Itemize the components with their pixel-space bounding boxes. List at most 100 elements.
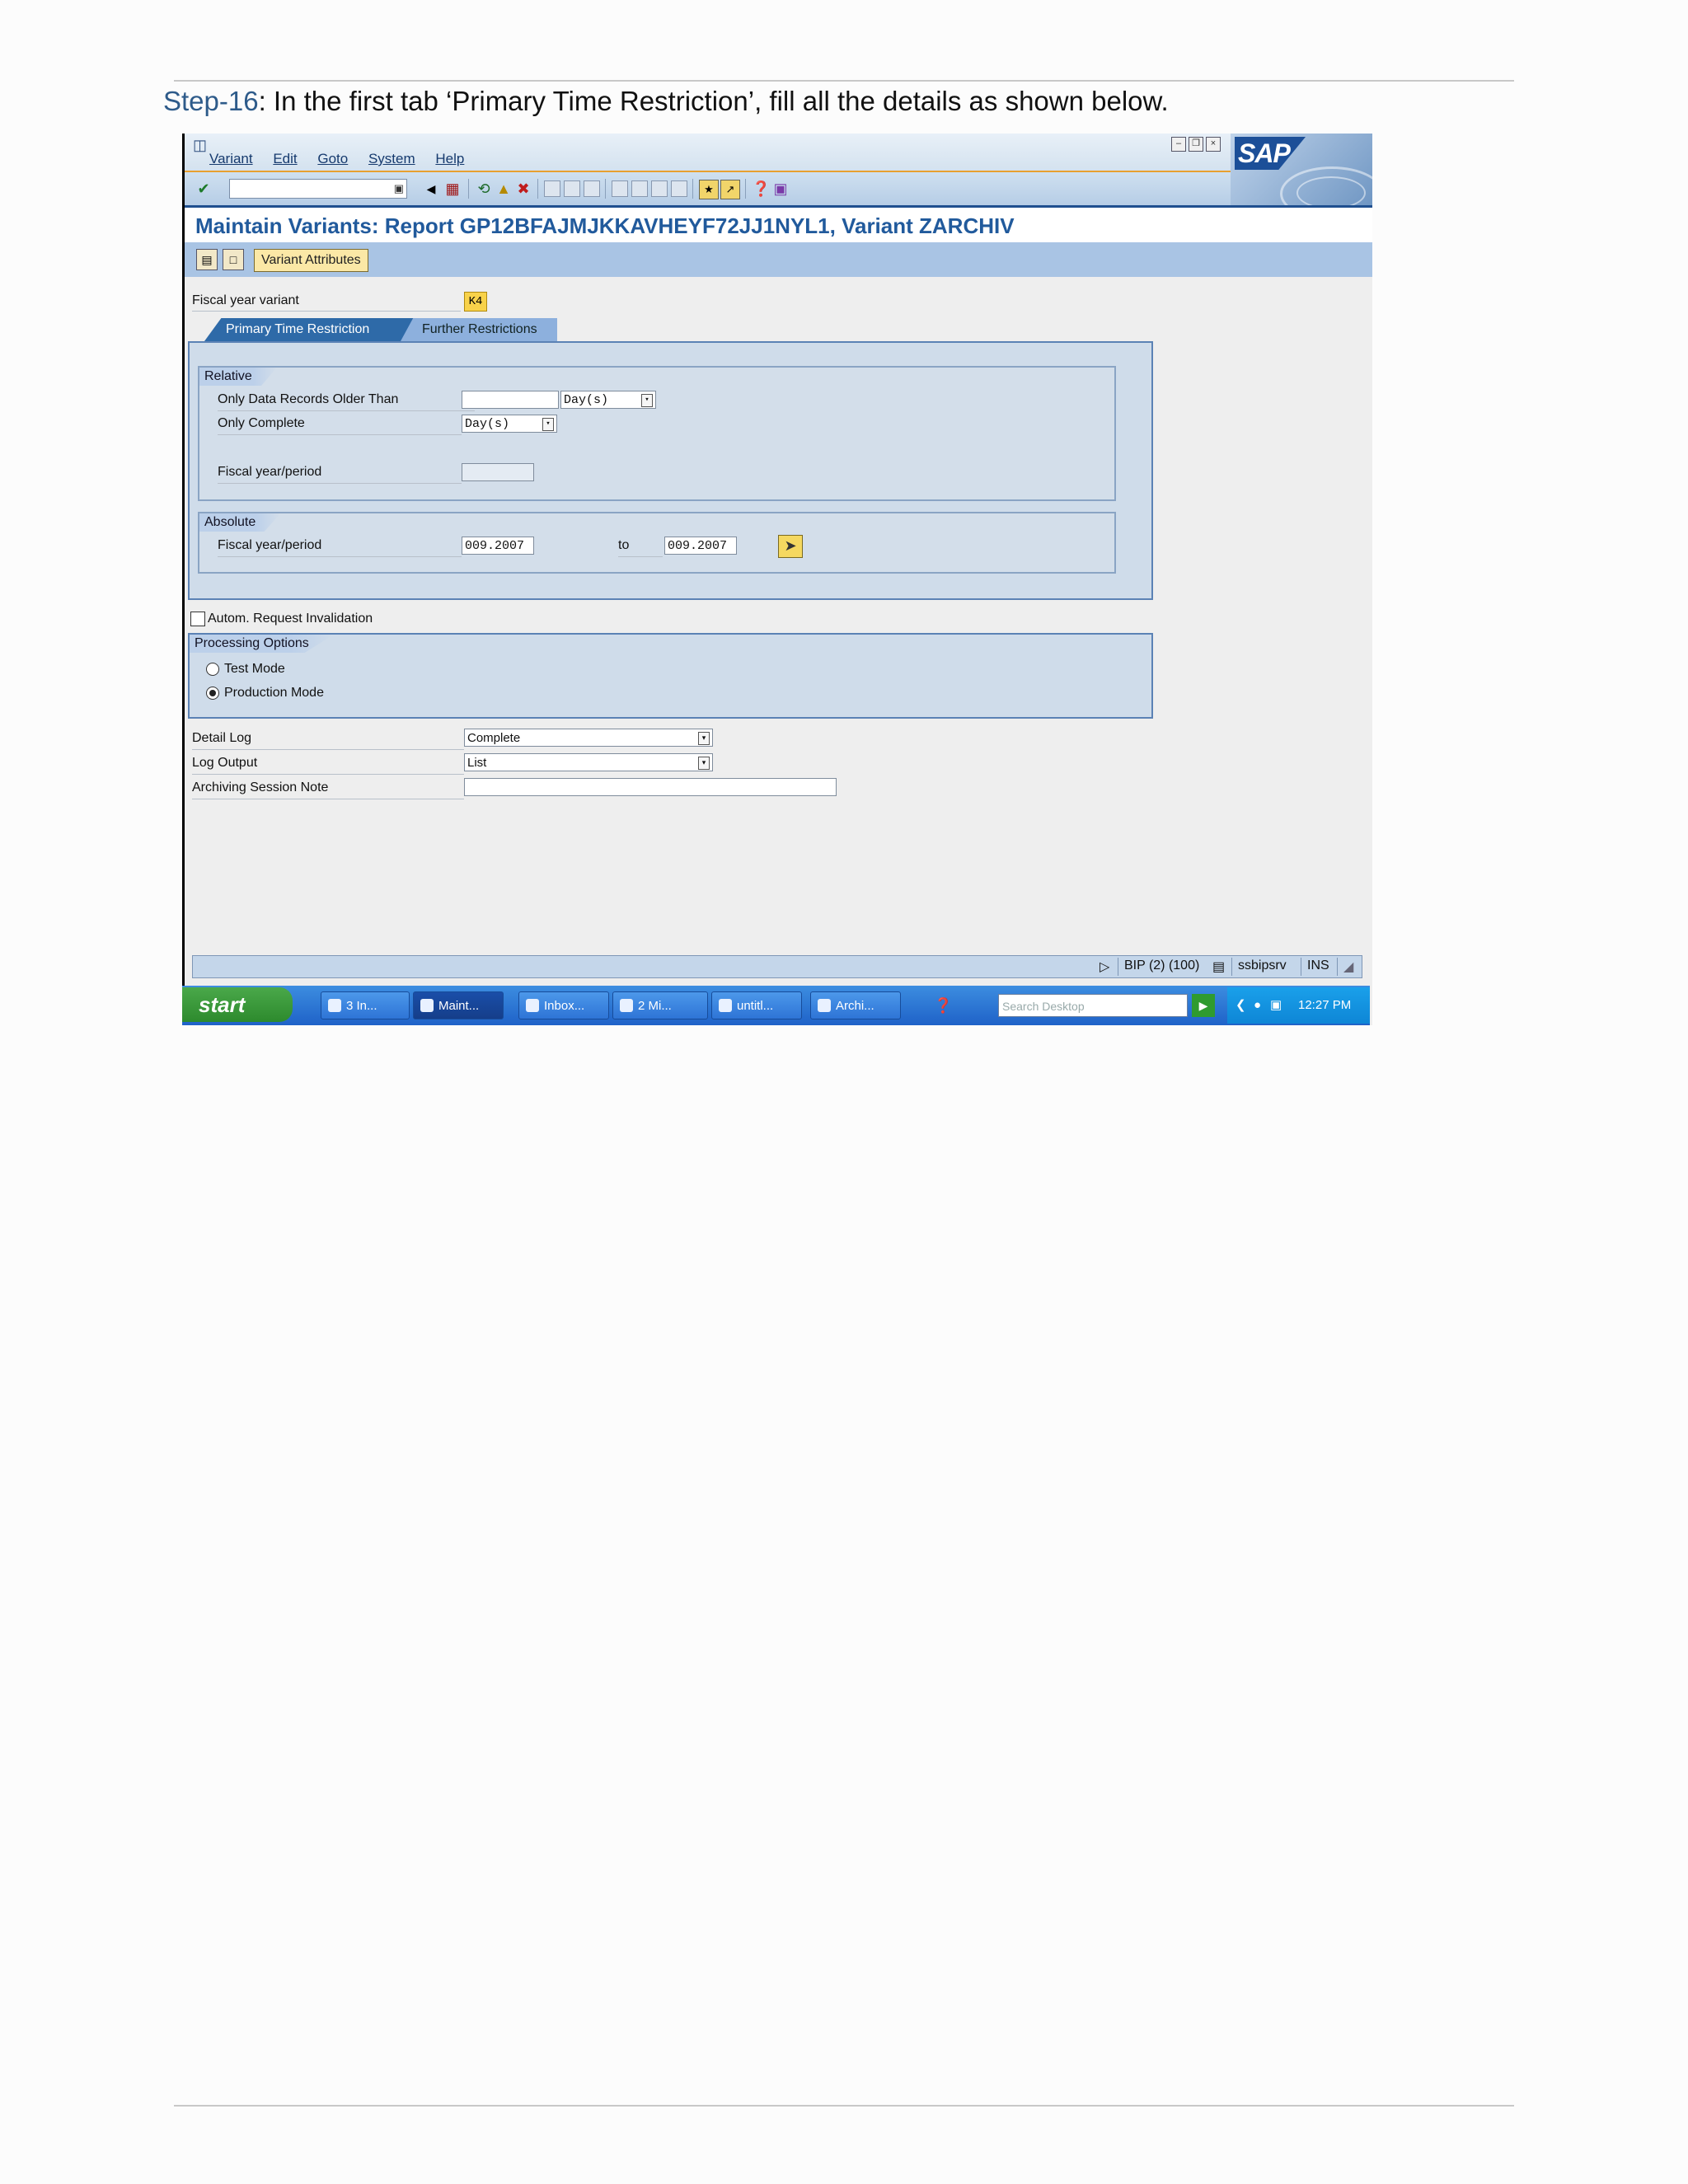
sap-logo: SAP [1235, 137, 1306, 170]
previous-page-icon[interactable] [631, 180, 648, 197]
standard-toolbar: ✔ ▣ ◀ ▦ ⟲ ▲ ✖ ★ ↗ ❓ ▣ [185, 172, 1231, 205]
status-server: ssbipsrv [1238, 958, 1287, 972]
tab-primary-time-restriction[interactable]: Primary Time Restriction [204, 318, 415, 341]
menu-edit[interactable]: Edit [273, 151, 297, 166]
test-mode-radio[interactable] [206, 663, 219, 676]
first-page-icon[interactable] [612, 180, 628, 197]
variant-attributes-button[interactable]: Variant Attributes [254, 249, 368, 272]
detail-log-label: Detail Log [192, 731, 252, 745]
detail-log-select[interactable]: Complete ▾ [464, 729, 713, 747]
processing-options-group: Processing Options Test Mode Production … [188, 633, 1153, 719]
enter-icon[interactable]: ✔ [195, 180, 213, 198]
multiple-selection-arrow-icon[interactable]: ➤ [778, 535, 803, 558]
taskbar-item-ie[interactable]: 3 In... [321, 991, 410, 1019]
fiscal-year-variant-label: Fiscal year variant [192, 293, 299, 307]
restore-icon[interactable]: ❐ [1189, 137, 1203, 152]
create-session-icon[interactable]: ★ [699, 180, 719, 199]
window-menu-icon[interactable]: ◫ [193, 137, 207, 154]
back-icon[interactable]: ⟲ [475, 180, 493, 198]
archiving-note-label: Archiving Session Note [192, 780, 329, 794]
production-mode-label: Production Mode [224, 686, 324, 700]
windows-taskbar: start 3 In... Maint... Inbox... 2 Mi... … [182, 986, 1370, 1025]
autom-request-label: Autom. Request Invalidation [208, 612, 373, 626]
step-instruction: Step-16: In the first tab ‘Primary Time … [163, 86, 1169, 117]
relative-group-title: Relative [199, 368, 277, 386]
search-desktop-input[interactable]: Search Desktop [998, 994, 1188, 1017]
tray-network-icon[interactable]: ▣ [1270, 987, 1282, 1024]
autom-request-checkbox[interactable] [190, 612, 205, 626]
older-than-input[interactable] [462, 391, 559, 409]
dropdown-icon[interactable]: ▾ [698, 732, 710, 745]
status-bar: ▷ BIP (2) (100) ▤ ssbipsrv INS ◢ [192, 955, 1362, 978]
absolute-fiscal-period-label: Fiscal year/period [218, 538, 322, 552]
print-icon[interactable] [544, 180, 560, 197]
get-variant-icon[interactable]: ▤ [196, 249, 218, 270]
save-icon[interactable]: ▦ [443, 180, 462, 198]
last-page-icon[interactable] [671, 180, 687, 197]
command-field[interactable]: ▣ [229, 179, 407, 199]
tray-search-icon[interactable]: ● [1254, 987, 1261, 1024]
layout-menu-icon[interactable]: ▣ [771, 180, 790, 198]
older-than-label: Only Data Records Older Than [218, 392, 399, 406]
outlook-icon [526, 999, 539, 1012]
only-complete-label: Only Complete [218, 416, 305, 430]
find-next-icon[interactable] [584, 180, 600, 197]
menu-system[interactable]: System [368, 151, 415, 166]
menu-bar: ◫ Variant Edit Goto System Help – ❐ × [185, 134, 1372, 171]
start-button[interactable]: start [182, 987, 293, 1022]
status-system-icon[interactable]: ▤ [1212, 958, 1225, 975]
application-toolbar: ▤ □ Variant Attributes [185, 242, 1372, 277]
taskbar-item-paint[interactable]: untitl... [711, 991, 802, 1019]
save-variant-icon[interactable]: □ [223, 249, 244, 270]
command-dropdown-icon[interactable]: ▣ [394, 182, 404, 195]
dropdown-icon[interactable]: ▾ [698, 757, 710, 770]
dropdown-icon[interactable]: ▾ [641, 394, 653, 407]
older-than-unit-select[interactable]: Day(s) ▾ [560, 391, 656, 409]
status-mode: INS [1307, 958, 1329, 972]
only-complete-unit-value: Day(s) [465, 417, 510, 431]
relative-fiscal-period-input [462, 463, 534, 481]
archiving-note-input[interactable] [464, 778, 837, 796]
log-output-select[interactable]: List ▾ [464, 753, 713, 771]
minimize-icon[interactable]: – [1171, 137, 1186, 152]
help-tray-icon[interactable]: ❓ [934, 996, 952, 1015]
resize-grip-icon[interactable]: ◢ [1343, 958, 1353, 975]
taskbar-item-sap[interactable]: Maint... [413, 991, 504, 1019]
back-small-icon[interactable]: ◀ [422, 180, 440, 198]
shortcut-icon[interactable]: ↗ [720, 180, 740, 199]
title-bar: Maintain Variants: Report GP12BFAJMJKKAV… [185, 208, 1372, 242]
only-complete-unit-select[interactable]: Day(s) ▾ [462, 415, 557, 433]
paint-icon [719, 999, 732, 1012]
help-icon[interactable]: ❓ [752, 180, 770, 198]
production-mode-radio[interactable] [206, 687, 219, 700]
step-text: : In the first tab ‘Primary Time Restric… [258, 86, 1169, 116]
find-icon[interactable] [564, 180, 580, 197]
tab-panel: Relative Only Data Records Older Than Da… [188, 341, 1153, 600]
search-go-icon[interactable]: ▶ [1192, 994, 1215, 1017]
log-output-value: List [467, 756, 487, 770]
menu-help[interactable]: Help [435, 151, 464, 166]
absolute-group-title: Absolute [199, 513, 281, 532]
next-page-icon[interactable] [651, 180, 668, 197]
test-mode-label: Test Mode [224, 662, 285, 676]
tab-further-restrictions[interactable]: Further Restrictions [401, 318, 557, 341]
dropdown-icon[interactable]: ▾ [542, 418, 554, 431]
tray-back-icon[interactable]: ❮ [1236, 987, 1246, 1024]
relative-group: Relative Only Data Records Older Than Da… [198, 366, 1116, 501]
sap-gui-icon [420, 999, 434, 1012]
detail-log-value: Complete [467, 731, 521, 745]
menu-variant[interactable]: Variant [209, 151, 253, 166]
exit-icon[interactable]: ▲ [495, 180, 513, 198]
fiscal-period-to-input[interactable]: 009.2007 [664, 537, 737, 555]
word-icon [620, 999, 633, 1012]
cancel-icon[interactable]: ✖ [514, 180, 532, 198]
taskbar-item-explorer[interactable]: Archi... [810, 991, 901, 1019]
fiscal-period-from-input[interactable]: 009.2007 [462, 537, 534, 555]
taskbar-item-outlook[interactable]: Inbox... [518, 991, 609, 1019]
status-expand-icon[interactable]: ▷ [1100, 958, 1109, 975]
status-system: BIP (2) (100) [1124, 958, 1200, 972]
close-window-icon[interactable]: × [1206, 137, 1221, 152]
menu-goto[interactable]: Goto [317, 151, 348, 166]
absolute-group: Absolute Fiscal year/period 009.2007 to … [198, 512, 1116, 574]
taskbar-item-word[interactable]: 2 Mi... [612, 991, 708, 1019]
